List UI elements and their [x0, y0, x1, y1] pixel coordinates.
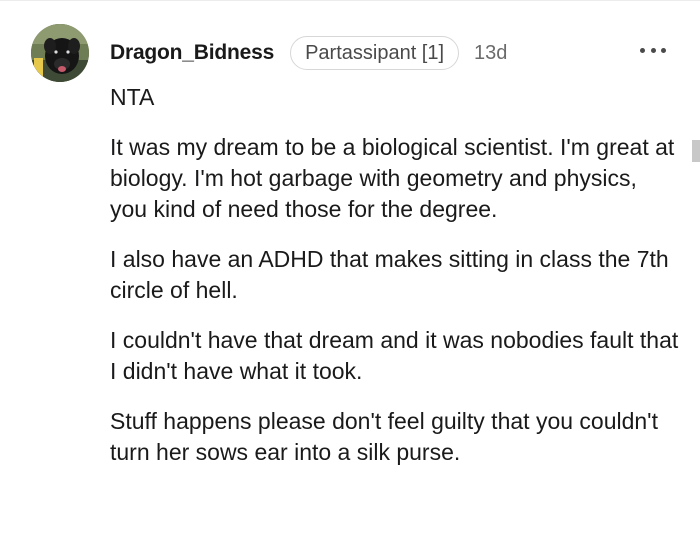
- comment-paragraph: I also have an ADHD that makes sitting i…: [110, 246, 669, 303]
- comment-paragraph: NTA: [110, 84, 155, 110]
- comment-paragraph: Stuff happens please don't feel guilty t…: [110, 408, 658, 465]
- top-divider: [0, 0, 700, 1]
- user-flair-badge: Partassipant [1]: [290, 36, 460, 70]
- more-dot: [650, 47, 656, 53]
- scrollbar-thumb[interactable]: [692, 140, 700, 162]
- comment-timestamp[interactable]: 13d: [474, 42, 507, 65]
- username-link[interactable]: Dragon_Bidness: [110, 41, 274, 65]
- comment-body: NTA It was my dream to be a biological s…: [110, 82, 680, 487]
- more-dot: [661, 47, 666, 53]
- comment-header: Dragon_Bidness Partassipant [1] 13d: [110, 34, 507, 72]
- more-options-icon[interactable]: [640, 46, 666, 54]
- comment-paragraph: I couldn't have that dream and it was no…: [110, 327, 679, 384]
- avatar[interactable]: [31, 24, 89, 82]
- dog-avatar-icon: [31, 24, 89, 82]
- comment-paragraph: It was my dream to be a biological scien…: [110, 134, 675, 222]
- more-dot: [640, 47, 645, 53]
